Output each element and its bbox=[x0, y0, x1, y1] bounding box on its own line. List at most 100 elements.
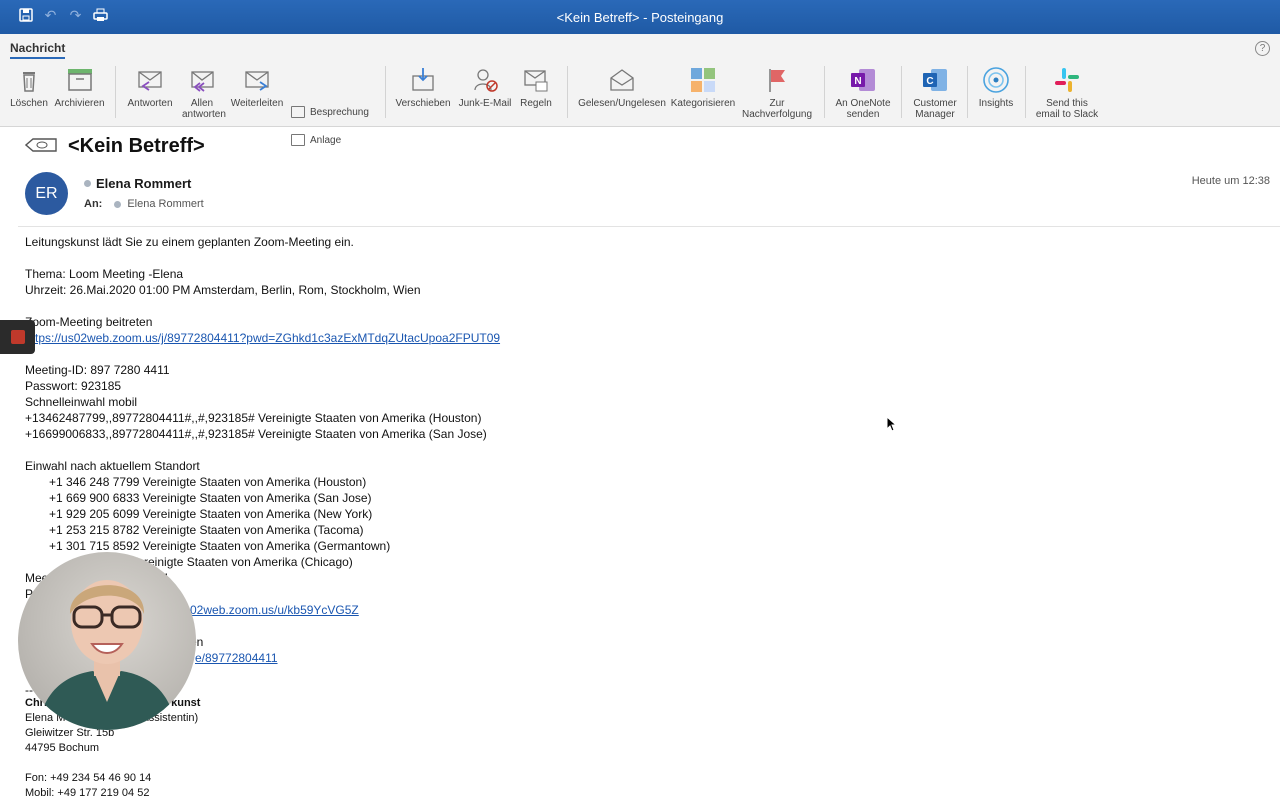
body-line: Zoom-Meeting beitreten bbox=[25, 315, 153, 329]
open-envelope-icon bbox=[610, 69, 634, 91]
read-unread-button[interactable]: Gelesen/Ungelesen bbox=[577, 66, 667, 109]
insights-button[interactable]: Insights bbox=[972, 66, 1020, 109]
title-bar: ↶ ↷ <Kein Betreff> - Posteingang bbox=[0, 0, 1280, 34]
slack-button[interactable]: Send this email to Slack bbox=[1032, 66, 1102, 120]
delete-button[interactable]: Löschen bbox=[8, 66, 50, 109]
reply-all-icon bbox=[191, 71, 214, 92]
body-line: Schnelleinwahl mobil bbox=[25, 395, 138, 409]
archive-icon bbox=[67, 69, 92, 91]
svg-text:N: N bbox=[854, 76, 861, 87]
followup-button[interactable]: Zur Nachverfolgung bbox=[739, 66, 815, 120]
reply-icon bbox=[138, 71, 162, 91]
trash-icon bbox=[23, 72, 35, 92]
dial-in-line: +1 253 215 8782 Vereinigte Staaten von A… bbox=[49, 523, 364, 537]
onenote-label: An OneNote senden bbox=[835, 98, 891, 120]
dial-in-line: +1 929 205 6099 Vereinigte Staaten von A… bbox=[49, 507, 373, 521]
customer-manager-icon: C bbox=[923, 69, 947, 91]
archive-button[interactable]: Archivieren bbox=[52, 66, 107, 109]
body-line: Passwort: 923185 bbox=[25, 379, 122, 393]
ribbon: Nachricht ? Löschen Archivieren Antworte… bbox=[0, 34, 1280, 146]
ribbon-divider bbox=[115, 66, 116, 118]
presence-dot bbox=[84, 180, 91, 187]
help-icon[interactable]: ? bbox=[1255, 41, 1270, 56]
read-unread-label: Gelesen/Ungelesen bbox=[578, 98, 666, 109]
calendar-icon bbox=[291, 106, 305, 118]
slack-icon bbox=[1055, 68, 1079, 92]
forward-icon bbox=[245, 71, 269, 91]
recipient-name[interactable]: Elena Rommert bbox=[127, 198, 203, 210]
customer-manager-label: Customer Manager bbox=[913, 98, 957, 120]
sender-label: Elena Rommert bbox=[96, 176, 192, 191]
message-pane: <Kein Betreff> ER Elena Rommert An: Elen… bbox=[0, 127, 1280, 800]
customer-manager-button[interactable]: C Customer Manager bbox=[907, 66, 963, 120]
ribbon-divider bbox=[824, 66, 825, 118]
ribbon-divider bbox=[1025, 66, 1026, 118]
webcam-bubble[interactable] bbox=[18, 552, 196, 730]
print-icon[interactable] bbox=[93, 8, 108, 23]
reply-all-button[interactable]: Allen antworten bbox=[178, 66, 226, 120]
avatar[interactable]: ER bbox=[25, 172, 68, 215]
redo-icon[interactable]: ↷ bbox=[68, 8, 83, 23]
zoom-meeting-id-link[interactable]: e/89772804411 bbox=[195, 651, 278, 665]
slack-label: Send this email to Slack bbox=[1035, 98, 1099, 120]
save-icon[interactable] bbox=[18, 8, 33, 23]
body-line: Einwahl nach aktuellem Standort bbox=[25, 459, 200, 473]
move-label: Verschieben bbox=[395, 98, 451, 109]
mouse-cursor-icon bbox=[886, 416, 898, 432]
meeting-button[interactable]: Besprechung bbox=[291, 106, 369, 118]
onenote-button[interactable]: N An OneNote senden bbox=[832, 66, 894, 120]
tab-nachricht[interactable]: Nachricht bbox=[10, 41, 66, 59]
rules-label: Regeln bbox=[520, 98, 552, 109]
message-subject: <Kein Betreff> bbox=[68, 135, 205, 157]
move-folder-icon bbox=[412, 68, 434, 91]
presenter-video-icon bbox=[38, 580, 176, 730]
ribbon-divider bbox=[967, 66, 968, 118]
followup-label: Zur Nachverfolgung bbox=[741, 98, 813, 120]
dial-in-line: +1 669 900 6833 Vereinigte Staaten von A… bbox=[49, 491, 372, 505]
categorize-button[interactable]: Kategorisieren bbox=[668, 66, 738, 109]
zoom-profile-link[interactable]: 02web.zoom.us/u/kb59YcVG5Z bbox=[190, 603, 359, 617]
message-subject-row: <Kein Betreff> bbox=[25, 135, 205, 158]
recipient-row: An: Elena Rommert bbox=[84, 198, 204, 210]
body-line: Thema: Loom Meeting -Elena bbox=[25, 267, 184, 281]
rules-icon bbox=[524, 70, 548, 92]
delete-label: Löschen bbox=[10, 98, 48, 109]
recording-stop-button[interactable] bbox=[0, 320, 35, 354]
reply-button[interactable]: Antworten bbox=[123, 66, 177, 109]
header-divider bbox=[18, 226, 1280, 227]
zoom-meeting-link[interactable]: https://us02web.zoom.us/j/89772804411?pw… bbox=[25, 331, 500, 345]
forward-button[interactable]: Weiterleiten bbox=[228, 66, 286, 109]
junk-icon bbox=[474, 69, 498, 92]
flag-icon bbox=[769, 69, 785, 92]
zoom-link-line: https://us02web.zoom.us/j/89772804411?pw… bbox=[25, 330, 925, 346]
signature-line: 44795 Bochum bbox=[25, 742, 99, 754]
dial-in-line: +1 346 248 7799 Vereinigte Staaten von A… bbox=[49, 475, 367, 489]
stop-icon bbox=[11, 330, 25, 344]
junk-button[interactable]: Junk-E-Mail bbox=[456, 66, 514, 109]
conversation-icon bbox=[25, 137, 57, 152]
presence-dot bbox=[114, 200, 122, 208]
body-line: Meeting-ID: 897 7280 4411 bbox=[25, 363, 170, 377]
signature-line: Mobil: +49 177 219 04 52 bbox=[25, 787, 150, 799]
forward-label: Weiterleiten bbox=[230, 98, 284, 109]
reply-label: Antworten bbox=[127, 98, 173, 109]
categorize-label: Kategorisieren bbox=[670, 98, 736, 109]
insights-icon bbox=[983, 67, 1009, 93]
body-line: +16699006833,,89772804411#,,#,923185# Ve… bbox=[25, 427, 487, 441]
ribbon-divider bbox=[385, 66, 386, 118]
reply-all-label: Allen antworten bbox=[182, 98, 226, 120]
sender-name[interactable]: Elena Rommert bbox=[84, 176, 191, 191]
svg-text:C: C bbox=[926, 76, 933, 87]
rules-button[interactable]: Regeln bbox=[516, 66, 556, 109]
body-line: Leitungskunst lädt Sie zu einem geplante… bbox=[25, 235, 354, 249]
junk-label: Junk-E-Mail bbox=[458, 98, 512, 109]
undo-icon[interactable]: ↶ bbox=[43, 8, 58, 23]
ribbon-divider bbox=[901, 66, 902, 118]
meeting-label: Besprechung bbox=[310, 106, 369, 118]
move-button[interactable]: Verschieben bbox=[394, 66, 452, 109]
